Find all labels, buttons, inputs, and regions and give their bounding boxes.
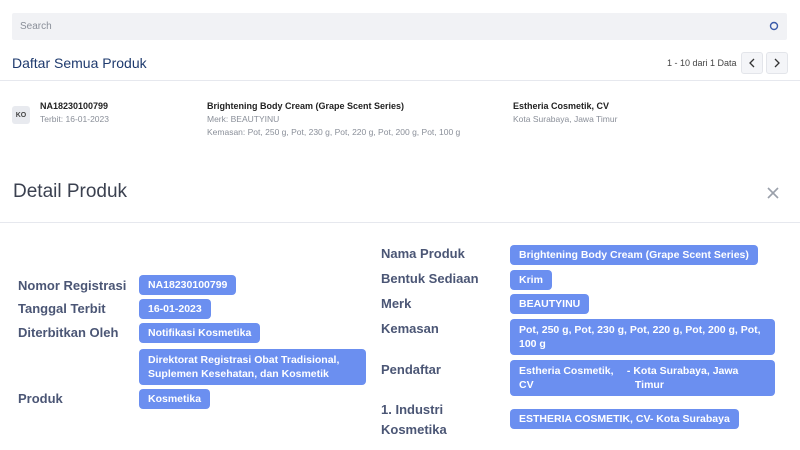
product-row[interactable]: KO NA18230100799 Terbit: 16-01-2023 Brig… [0,92,800,140]
product-packaging: Kemasan: Pot, 250 g, Pot, 230 g, Pot, 22… [207,127,461,137]
tanggal-terbit-value: 16-01-2023 [139,299,211,319]
detail-title: Detail Produk [13,181,128,202]
close-icon[interactable] [766,186,780,200]
pendaftar-value: Estheria Cosmetik, CV - Kota Surabaya, J… [510,360,775,396]
nomor-registrasi-value: NA18230100799 [139,275,237,295]
pagination-info: 1 - 10 dari 1 Data [667,58,737,68]
bentuk-sediaan-value: Krim [510,270,552,290]
detail-divider [0,222,800,223]
product-name: Brightening Body Cream (Grape Scent Seri… [207,101,405,111]
industri-value: ESTHERIA COSMETIK, CV- Kota Surabaya [510,409,739,429]
diterbitkan-oleh-directorate: Direktorat Registrasi Obat Tradisional, … [139,349,366,385]
product-brand: Merk: BEAUTYINU [207,114,280,124]
search-icon[interactable] [769,21,779,31]
chevron-left-icon [749,58,755,68]
nama-produk-label: Nama Produk [381,246,465,261]
search-input[interactable] [20,13,740,40]
product-location: Kota Surabaya, Jawa Timur [513,114,618,124]
product-issued-date: Terbit: 16-01-2023 [40,114,109,124]
product-reg-number: NA18230100799 [40,101,109,111]
pendaftar-label: Pendaftar [381,362,441,377]
bentuk-sediaan-label: Bentuk Sediaan [381,271,479,286]
diterbitkan-oleh-value: Notifikasi Kosmetika [139,323,261,343]
list-header: Daftar Semua Produk 1 - 10 dari 1 Data [0,45,800,81]
category-badge: KO [12,106,30,124]
prev-page-button[interactable] [741,52,763,74]
next-page-button[interactable] [766,52,788,74]
chevron-right-icon [774,58,780,68]
kemasan-label: Kemasan [381,321,439,336]
produk-label: Produk [18,391,63,406]
nomor-registrasi-label: Nomor Registrasi [18,278,127,293]
search-bar[interactable] [12,13,787,40]
kemasan-value: Pot, 250 g, Pot, 230 g, Pot, 220 g, Pot,… [510,319,775,355]
diterbitkan-oleh-label: Diterbitkan Oleh [18,325,119,340]
list-title: Daftar Semua Produk [12,55,147,71]
merk-label: Merk [381,296,412,311]
nama-produk-value: Brightening Body Cream (Grape Scent Seri… [510,245,758,265]
merk-value: BEAUTYINU [510,294,590,314]
pendaftar-company: Estheria Cosmetik, CV [519,365,614,391]
industri-label: 1. Industri Kosmetika [381,402,447,437]
produk-value: Kosmetika [139,389,211,409]
pendaftar-location: - Kota Surabaya, Jawa Timur [626,365,739,391]
product-company: Estheria Cosmetik, CV [513,101,610,111]
tanggal-terbit-label: Tanggal Terbit [18,301,106,316]
